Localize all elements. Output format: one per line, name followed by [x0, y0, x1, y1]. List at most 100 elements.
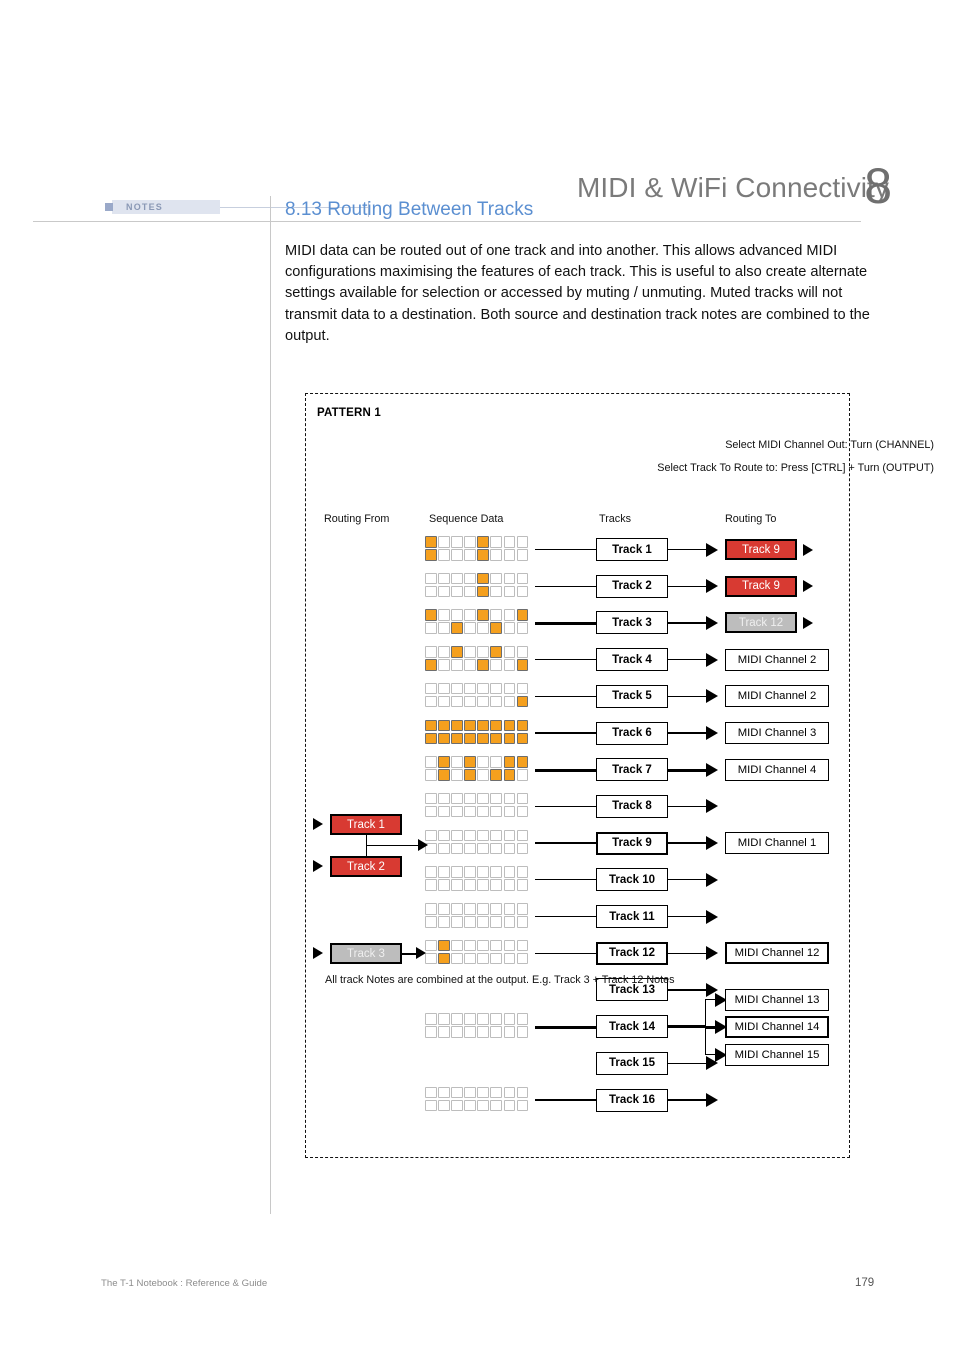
step-cell-off[interactable] [516, 682, 529, 695]
track-box[interactable]: Track 3 [596, 611, 668, 635]
step-cell-off[interactable] [451, 756, 463, 768]
step-cell-off[interactable] [516, 792, 529, 805]
step-cell-off[interactable] [503, 1013, 516, 1025]
routing-to-box[interactable]: Track 9 [725, 539, 797, 560]
step-cell-off[interactable] [477, 792, 489, 805]
step-cell-off[interactable] [516, 829, 529, 842]
routing-to-box[interactable]: Track 9 [725, 575, 797, 597]
step-cell-on[interactable] [425, 732, 437, 745]
midi-channel-box[interactable]: MIDI Channel 2 [725, 685, 829, 708]
step-cell-on[interactable] [425, 549, 437, 561]
step-cell-off[interactable] [438, 695, 450, 708]
step-cell-off[interactable] [516, 585, 529, 598]
step-cell-off[interactable] [490, 952, 502, 965]
step-cell-off[interactable] [516, 1099, 529, 1112]
step-cell-on[interactable] [490, 719, 502, 731]
step-cell-off[interactable] [516, 646, 529, 658]
track-box[interactable]: Track 11 [596, 905, 668, 928]
step-cell-off[interactable] [503, 549, 516, 561]
step-cell-off[interactable] [438, 1099, 450, 1112]
step-cell-off[interactable] [464, 1026, 476, 1038]
step-cell-off[interactable] [464, 879, 476, 891]
step-cell-off[interactable] [516, 952, 529, 965]
step-cell-off[interactable] [425, 1026, 437, 1038]
step-cell-off[interactable] [425, 646, 437, 658]
step-cell-off[interactable] [490, 659, 502, 671]
track-box[interactable]: Track 7 [596, 758, 668, 782]
step-cell-on[interactable] [425, 719, 437, 731]
step-cell-off[interactable] [477, 1099, 489, 1112]
step-cell-off[interactable] [425, 879, 437, 891]
step-cell-off[interactable] [503, 903, 516, 915]
step-cell-on[interactable] [477, 585, 489, 598]
step-cell-off[interactable] [477, 682, 489, 695]
step-cell-off[interactable] [438, 903, 450, 915]
track-box[interactable]: Track 6 [596, 721, 668, 745]
step-cell-off[interactable] [451, 1026, 463, 1038]
track-box[interactable]: Track 8 [596, 794, 668, 818]
step-cell-off[interactable] [451, 903, 463, 915]
step-cell-off[interactable] [425, 952, 437, 965]
track-box[interactable]: Track 5 [596, 684, 668, 708]
midi-channel-box[interactable]: MIDI Channel 13 [725, 988, 829, 1011]
step-cell-off[interactable] [451, 659, 463, 671]
step-cell-off[interactable] [438, 805, 450, 818]
step-cell-off[interactable] [516, 903, 529, 915]
step-cell-off[interactable] [490, 1013, 502, 1025]
step-cell-off[interactable] [464, 695, 476, 708]
step-cell-off[interactable] [464, 682, 476, 695]
step-cell-off[interactable] [464, 805, 476, 818]
step-cell-on[interactable] [464, 732, 476, 745]
step-cell-off[interactable] [477, 916, 489, 928]
step-cell-off[interactable] [516, 1086, 529, 1098]
step-cell-on[interactable] [503, 756, 516, 768]
step-cell-off[interactable] [464, 842, 476, 855]
step-cell-off[interactable] [438, 1086, 450, 1098]
step-cell-off[interactable] [490, 879, 502, 891]
step-cell-off[interactable] [464, 916, 476, 928]
step-cell-on[interactable] [451, 732, 463, 745]
step-cell-off[interactable] [451, 769, 463, 781]
step-cell-off[interactable] [451, 1099, 463, 1112]
step-cell-on[interactable] [464, 719, 476, 731]
step-cell-off[interactable] [438, 682, 450, 695]
step-cell-on[interactable] [477, 572, 489, 585]
step-cell-off[interactable] [490, 756, 502, 768]
track-box[interactable]: Track 2 [596, 574, 668, 598]
step-cell-off[interactable] [451, 805, 463, 818]
step-cell-off[interactable] [477, 866, 489, 878]
step-cell-off[interactable] [490, 792, 502, 805]
step-cell-on[interactable] [477, 719, 489, 731]
step-cell-off[interactable] [438, 549, 450, 561]
step-cell-off[interactable] [438, 659, 450, 671]
step-cell-off[interactable] [438, 609, 450, 621]
step-cell-off[interactable] [425, 916, 437, 928]
step-cell-on[interactable] [451, 646, 463, 658]
step-cell-off[interactable] [451, 585, 463, 598]
step-cell-off[interactable] [464, 792, 476, 805]
step-cell-off[interactable] [438, 622, 450, 634]
step-cell-off[interactable] [503, 572, 516, 585]
step-cell-on[interactable] [438, 732, 450, 745]
step-cell-off[interactable] [490, 695, 502, 708]
step-cell-off[interactable] [503, 952, 516, 965]
step-cell-off[interactable] [516, 622, 529, 634]
step-cell-off[interactable] [490, 585, 502, 598]
step-cell-off[interactable] [451, 842, 463, 855]
step-cell-off[interactable] [451, 829, 463, 842]
step-cell-on[interactable] [516, 695, 529, 708]
step-cell-off[interactable] [438, 792, 450, 805]
step-cell-off[interactable] [516, 842, 529, 855]
step-cell-off[interactable] [477, 939, 489, 952]
step-cell-off[interactable] [516, 572, 529, 585]
track-box[interactable]: Track 16 [596, 1088, 668, 1112]
step-cell-off[interactable] [464, 659, 476, 671]
step-cell-off[interactable] [438, 572, 450, 585]
step-cell-off[interactable] [425, 1099, 437, 1112]
step-cell-off[interactable] [464, 1099, 476, 1112]
midi-channel-box[interactable]: MIDI Channel 2 [725, 648, 829, 671]
step-cell-off[interactable] [464, 549, 476, 561]
step-cell-off[interactable] [516, 879, 529, 891]
routing-from-box[interactable]: Track 3 [330, 943, 402, 964]
step-cell-off[interactable] [516, 1013, 529, 1025]
